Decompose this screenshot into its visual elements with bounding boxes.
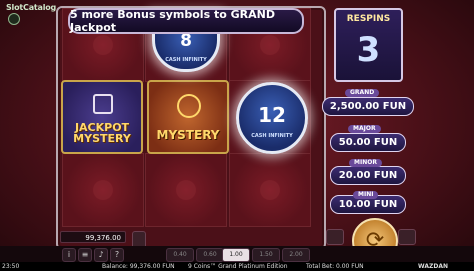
bet-option[interactable]: 2.00	[282, 248, 310, 262]
provider-logo: WAZDAN	[418, 263, 448, 270]
prize-label-mini: MINI	[353, 191, 379, 199]
help-icon: ?	[114, 250, 120, 259]
coin-label: CASH INFINITY	[251, 133, 293, 139]
coin-label: CASH INFINITY	[165, 57, 207, 63]
reel-cell	[229, 153, 311, 227]
bet-option-selected[interactable]: 1.00	[222, 248, 250, 262]
prize-value-major: 50.00 FUN	[330, 133, 406, 152]
info-button[interactable]: i	[62, 248, 76, 262]
balance-display: 99,376.00	[60, 231, 126, 243]
prize-label-grand: GRAND	[345, 89, 380, 97]
autoplay-button[interactable]	[326, 229, 344, 245]
options-button[interactable]	[398, 229, 416, 245]
menu-icon: ≡	[81, 250, 89, 259]
jackpot-mystery-symbol: JACKPOT MYSTERY	[61, 80, 143, 154]
mystery-label: MYSTERY	[156, 128, 220, 142]
bet-option[interactable]: 0.40	[166, 248, 194, 262]
balance-text: Balance: 99,376.00 FUN	[102, 263, 175, 270]
respins-panel: RESPINS 3	[334, 8, 403, 82]
mystery-icon	[177, 94, 201, 118]
status-bar: 23:50 Balance: 99,376.00 FUN 9 Coins™ Gr…	[0, 262, 474, 271]
watermark-logo: SlotCatalog	[2, 1, 57, 25]
prize-label-major: MAJOR	[348, 125, 381, 133]
jackpot-mystery-label: JACKPOT MYSTERY	[73, 121, 131, 145]
bonus-coin-main: 12 CASH INFINITY	[236, 82, 308, 154]
mystery-symbol: MYSTERY	[147, 80, 229, 154]
game-title: 9 Coins™ Grand Platinum Edition	[188, 263, 288, 270]
lock-icon	[93, 94, 113, 114]
prize-value-grand: 2,500.00 FUN	[322, 97, 414, 116]
coin-value: 12	[258, 103, 286, 127]
bonus-banner: 5 more Bonus symbols to GRAND Jackpot	[68, 8, 304, 34]
watermark-emblem-icon	[8, 13, 20, 25]
coin-value: 8	[180, 31, 192, 51]
info-icon: i	[67, 250, 71, 259]
watermark-text: SlotCatalog	[6, 3, 57, 12]
respins-title: RESPINS	[346, 14, 391, 24]
bet-option[interactable]: 1.50	[252, 248, 280, 262]
reel-cell	[62, 153, 144, 227]
reel-cell	[145, 153, 227, 227]
sound-button[interactable]: ♪	[94, 248, 108, 262]
respins-count: 3	[356, 30, 381, 70]
menu-button[interactable]: ≡	[78, 248, 92, 262]
bet-option[interactable]: 0.60	[196, 248, 224, 262]
sound-icon: ♪	[98, 250, 104, 259]
total-bet-text: Total Bet: 0.00 FUN	[306, 263, 364, 270]
prize-label-minor: MINOR	[349, 159, 382, 167]
clock-text: 23:50	[2, 263, 20, 270]
help-button[interactable]: ?	[110, 248, 124, 262]
prize-value-minor: 20.00 FUN	[330, 166, 406, 185]
